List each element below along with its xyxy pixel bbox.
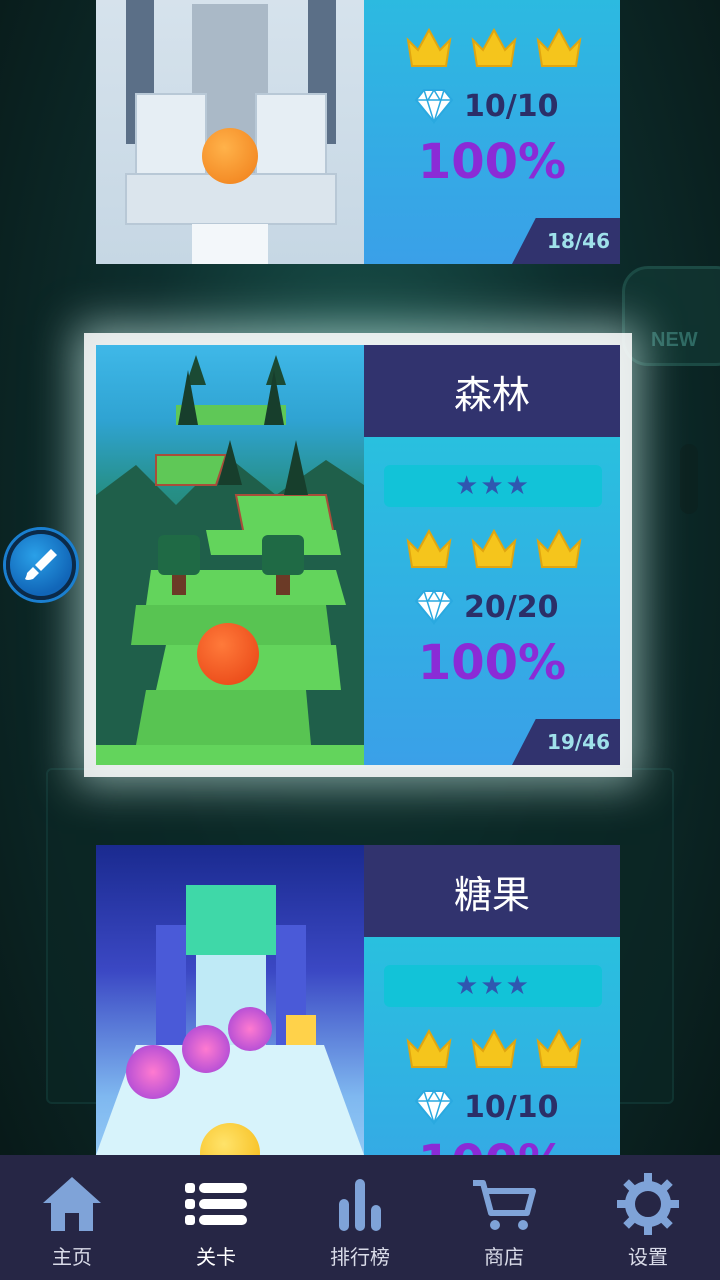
crown-icon <box>536 1028 582 1068</box>
level-info-panel: 糖果 ★★★ 10/10 100% <box>364 845 620 1155</box>
level-thumbnail-ice <box>96 0 364 264</box>
gem-counter: 10/10 <box>414 88 558 124</box>
player-ball <box>197 623 259 685</box>
star-icon: ★ <box>505 471 531 501</box>
crown-icon <box>406 1028 452 1068</box>
level-number: 19/46 <box>512 719 620 765</box>
tab-home[interactable]: 主页 <box>0 1155 144 1280</box>
candy-ball <box>228 1007 272 1051</box>
crown-icon <box>471 1028 517 1068</box>
star-icon: ★ <box>455 471 481 501</box>
crown-icon <box>536 27 582 67</box>
difficulty-stars: ★ ★ ★ <box>384 465 602 507</box>
tab-label: 商店 <box>484 1245 524 1269</box>
level-name: 森林 <box>364 345 620 437</box>
completion-percent: 100% <box>364 1135 620 1155</box>
tab-label: 设置 <box>628 1245 668 1269</box>
diamond-icon <box>414 589 454 625</box>
brush-icon <box>25 549 57 580</box>
candy-ball <box>182 1025 230 1073</box>
crown-icon <box>406 528 452 568</box>
diamond-icon <box>414 1089 454 1125</box>
level-thumbnail-candy <box>96 845 364 1155</box>
star-icon: ★ <box>480 971 506 1001</box>
scroll-indicator[interactable] <box>680 444 698 514</box>
crown-row <box>404 1027 584 1073</box>
tab-leaderboard[interactable]: 排行榜 <box>288 1155 432 1280</box>
completion-percent: 100% <box>417 635 567 691</box>
bottom-tab-bar: 主页 关卡 排行榜 商店 设置 <box>0 1155 720 1280</box>
difficulty-stars: ★ ★ ★ <box>384 965 602 1007</box>
tab-shop[interactable]: 商店 <box>432 1155 576 1280</box>
level-number: 18/46 <box>512 218 620 264</box>
crown-icon <box>406 27 452 67</box>
level-info-panel: 森林 ★ ★ ★ 20/20 100% 19/46 <box>364 345 620 765</box>
crown-icon <box>471 528 517 568</box>
level-thumbnail-forest <box>96 345 364 765</box>
list-icon <box>185 1183 247 1225</box>
crown-icon <box>471 27 517 67</box>
completion-percent: 100% <box>417 134 567 190</box>
tab-label: 排行榜 <box>330 1245 390 1269</box>
level-card-ice[interactable]: 10/10 100% 18/46 <box>96 0 620 264</box>
star-icon: ★ <box>505 971 531 1001</box>
star-icon: ★ <box>480 471 506 501</box>
tab-label: 关卡 <box>196 1245 236 1269</box>
tab-settings[interactable]: 设置 <box>576 1155 720 1280</box>
star-icon: ★ <box>455 971 481 1001</box>
paint-brush-button[interactable] <box>6 530 76 600</box>
level-info-panel: 10/10 100% 18/46 <box>364 0 620 264</box>
diamond-icon <box>414 88 454 124</box>
gem-count: 10/10 <box>464 1089 559 1125</box>
level-card-candy[interactable]: 糖果 ★★★ 10/10 100% <box>96 845 620 1155</box>
gem-count: 10/10 <box>464 88 559 124</box>
home-icon <box>43 1177 101 1231</box>
gem-counter: 10/10 <box>414 1089 558 1125</box>
cart-icon <box>473 1180 536 1230</box>
candy-ball <box>126 1045 180 1099</box>
player-ball <box>202 128 258 184</box>
gem-count: 20/20 <box>464 589 559 625</box>
gem-counter: 20/20 <box>414 589 558 625</box>
gear-icon <box>617 1173 679 1235</box>
level-name: 糖果 <box>364 845 620 937</box>
leaderboard-icon <box>339 1179 381 1231</box>
tab-label: 主页 <box>52 1245 92 1269</box>
new-badge: NEW <box>622 266 720 366</box>
crown-row <box>404 527 584 573</box>
crown-row <box>404 26 584 72</box>
crown-icon <box>536 528 582 568</box>
level-card-forest[interactable]: 森林 ★ ★ ★ 20/20 100% 19/46 <box>96 345 620 765</box>
tab-levels[interactable]: 关卡 <box>144 1155 288 1280</box>
